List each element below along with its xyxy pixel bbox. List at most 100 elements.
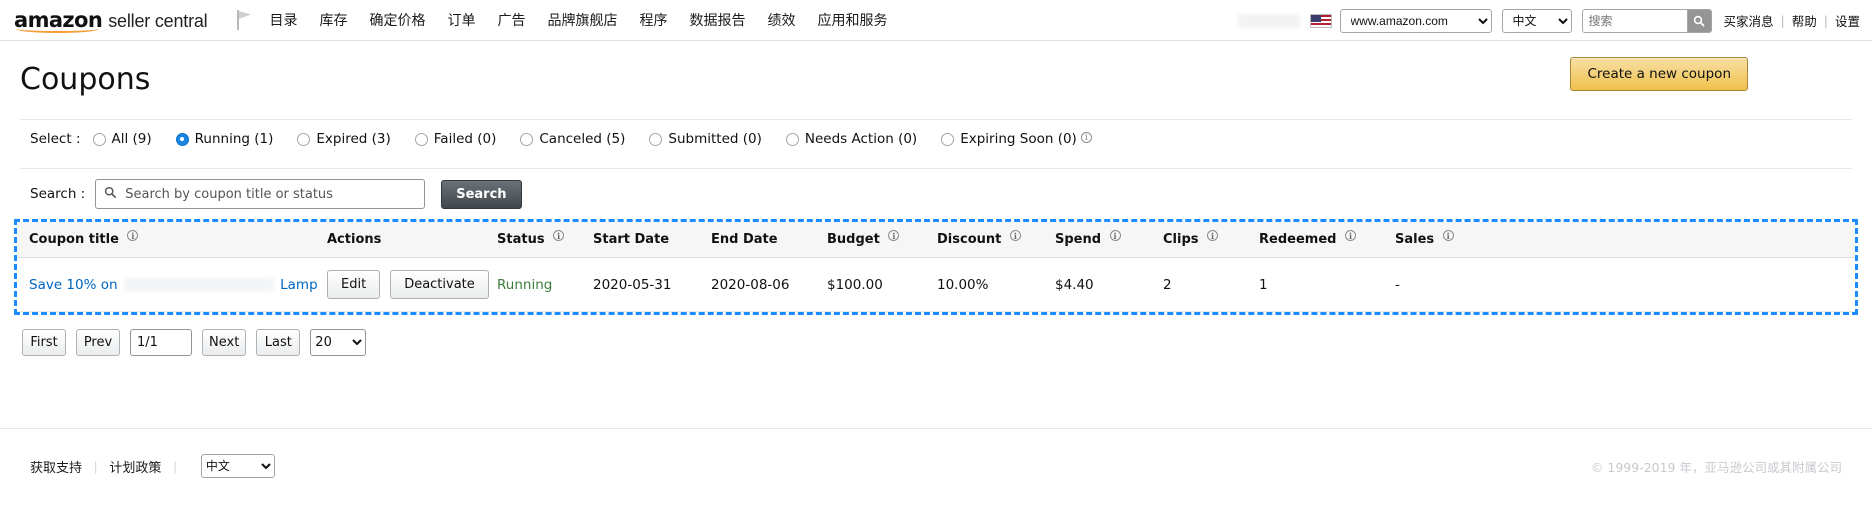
header-start-date[interactable]: Start Date bbox=[593, 222, 711, 258]
nav-item-reports[interactable]: 数据报告 bbox=[689, 10, 745, 30]
header-spend[interactable]: Spend i bbox=[1055, 222, 1163, 258]
footer-link-program-policies[interactable]: 计划政策 bbox=[109, 457, 161, 476]
info-icon-clips[interactable]: i bbox=[1207, 230, 1219, 241]
radio-filter-failed[interactable]: Failed (0) bbox=[414, 131, 497, 147]
radio-filter-running[interactable]: Running (1) bbox=[175, 131, 274, 147]
radio-filter-expired[interactable]: Expired (3) bbox=[297, 131, 391, 147]
header-actions-label: Actions bbox=[327, 232, 382, 247]
info-icon-coupon-title[interactable]: i bbox=[127, 230, 139, 241]
page-footer: 获取支持 | 计划政策 | 中文 © 1999-2019 年，亚马逊公司或其附属… bbox=[0, 428, 1872, 530]
radio-label-running: Running (1) bbox=[194, 131, 274, 147]
page-size-select[interactable]: 20 bbox=[310, 329, 367, 356]
create-a-new-coupon-button[interactable]: Create a new coupon bbox=[1570, 57, 1748, 91]
header-coupon-title[interactable]: Coupon title i bbox=[17, 222, 327, 258]
radio-filter-expiring-soon[interactable]: Expiring Soon (0) i bbox=[941, 131, 1092, 147]
header-redeemed[interactable]: Redeemed i bbox=[1259, 222, 1395, 258]
cell-clips: 2 bbox=[1163, 257, 1259, 312]
radio-mark-canceled[interactable] bbox=[520, 132, 534, 146]
radio-filter-canceled[interactable]: Canceled (5) bbox=[520, 131, 625, 147]
info-icon-sales[interactable]: i bbox=[1442, 230, 1454, 241]
coupon-search-box[interactable] bbox=[95, 179, 426, 209]
search-icon[interactable] bbox=[1686, 9, 1711, 32]
nav-item-orders[interactable]: 订单 bbox=[447, 10, 475, 30]
cell-redeemed: 1 bbox=[1259, 257, 1395, 312]
header-search[interactable] bbox=[1581, 8, 1712, 33]
filter-label: Select : bbox=[30, 131, 81, 147]
language-select[interactable]: 中文 bbox=[1501, 8, 1572, 33]
radio-label-canceled: Canceled (5) bbox=[539, 131, 626, 147]
footer-language-select[interactable]: 中文 bbox=[200, 454, 275, 478]
prev-page-button[interactable]: Prev bbox=[76, 329, 120, 356]
header-sales[interactable]: Sales i bbox=[1395, 222, 1855, 258]
info-icon-redeemed[interactable]: i bbox=[1344, 230, 1356, 241]
coupons-table-header: Coupon title i Actions Status i Start Da… bbox=[17, 222, 1855, 258]
header-budget[interactable]: Budget i bbox=[827, 222, 937, 258]
radio-mark-needs-action[interactable] bbox=[785, 132, 799, 146]
radio-label-needs-action: Needs Action (0) bbox=[804, 131, 918, 147]
coupon-title-link[interactable]: Save 10% on Lamp bbox=[29, 277, 318, 293]
table-header-row: Coupon title i Actions Status i Start Da… bbox=[17, 222, 1855, 258]
coupons-table-highlight-region: Coupon title i Actions Status i Start Da… bbox=[14, 219, 1858, 315]
header-discount[interactable]: Discount i bbox=[937, 222, 1055, 258]
header-end-date[interactable]: End Date bbox=[711, 222, 827, 258]
cell-start-date: 2020-05-31 bbox=[593, 257, 711, 312]
nav-item-programs[interactable]: 程序 bbox=[639, 10, 667, 30]
cell-actions: Edit Deactivate bbox=[327, 257, 497, 312]
info-icon-spend[interactable]: i bbox=[1109, 230, 1121, 241]
radio-mark-expired[interactable] bbox=[297, 132, 311, 146]
footer-link-get-support[interactable]: 获取支持 bbox=[30, 457, 82, 476]
header-end-date-label: End Date bbox=[711, 232, 778, 247]
deactivate-button[interactable]: Deactivate bbox=[390, 270, 489, 299]
radio-mark-running[interactable] bbox=[175, 132, 189, 146]
link-divider-1: | bbox=[1780, 13, 1785, 28]
radio-filter-all[interactable]: All (9) bbox=[92, 131, 152, 147]
first-page-button[interactable]: First bbox=[22, 329, 66, 356]
nav-item-brand-store[interactable]: 品牌旗舰店 bbox=[547, 10, 617, 30]
flag-icon[interactable] bbox=[235, 9, 253, 31]
info-icon-discount[interactable]: i bbox=[1009, 230, 1021, 241]
header-actions: Actions bbox=[327, 222, 497, 258]
nav-item-catalog[interactable]: 目录 bbox=[269, 10, 297, 30]
header-links: 买家消息 | 帮助 | 设置 bbox=[1724, 11, 1860, 30]
last-page-button[interactable]: Last bbox=[256, 329, 301, 356]
link-settings[interactable]: 设置 bbox=[1835, 11, 1860, 30]
info-icon-budget[interactable]: i bbox=[888, 230, 900, 241]
header-clips[interactable]: Clips i bbox=[1163, 222, 1259, 258]
edit-button[interactable]: Edit bbox=[327, 270, 381, 299]
header-status-label: Status bbox=[497, 232, 545, 247]
link-buyer-messages[interactable]: 买家消息 bbox=[1724, 11, 1774, 30]
marketplace-select[interactable]: www.amazon.com bbox=[1339, 8, 1492, 33]
cell-sales: - bbox=[1395, 257, 1855, 312]
search-input[interactable] bbox=[123, 185, 417, 203]
filters-section: Select : All (9) Running (1) Expired (3)… bbox=[0, 119, 1872, 219]
cell-coupon-title: Save 10% on Lamp bbox=[17, 257, 327, 312]
cell-end-date: 2020-08-06 bbox=[711, 257, 827, 312]
radio-mark-all[interactable] bbox=[92, 132, 106, 146]
search-button[interactable]: Search bbox=[441, 179, 522, 209]
radio-label-failed: Failed (0) bbox=[433, 131, 497, 147]
amazon-seller-central-logo[interactable]: amazon seller central bbox=[14, 9, 208, 33]
header-discount-label: Discount bbox=[937, 232, 1002, 247]
page-number-input[interactable] bbox=[130, 329, 192, 356]
radio-filter-submitted[interactable]: Submitted (0) bbox=[649, 131, 762, 147]
radio-filter-needs-action[interactable]: Needs Action (0) bbox=[785, 131, 918, 147]
header-search-input[interactable] bbox=[1582, 9, 1687, 32]
nav-item-inventory[interactable]: 库存 bbox=[319, 10, 347, 30]
info-icon-expiring-soon[interactable]: i bbox=[1080, 131, 1092, 143]
next-page-button[interactable]: Next bbox=[202, 329, 247, 356]
coupons-table: Coupon title i Actions Status i Start Da… bbox=[17, 222, 1855, 312]
info-icon-status[interactable]: i bbox=[553, 230, 565, 241]
nav-item-advertising[interactable]: 广告 bbox=[497, 10, 525, 30]
nav-item-performance[interactable]: 绩效 bbox=[767, 10, 795, 30]
radio-mark-submitted[interactable] bbox=[649, 132, 663, 146]
coupon-title-redacted bbox=[123, 277, 274, 291]
radio-mark-expiring-soon[interactable] bbox=[941, 132, 955, 146]
radio-label-all: All (9) bbox=[111, 131, 152, 147]
link-help[interactable]: 帮助 bbox=[1792, 11, 1817, 30]
header-coupon-title-label: Coupon title bbox=[29, 232, 119, 247]
radio-mark-failed[interactable] bbox=[414, 132, 428, 146]
header-status[interactable]: Status i bbox=[497, 222, 593, 258]
nav-item-pricing[interactable]: 确定价格 bbox=[369, 10, 425, 30]
nav-item-apps-services[interactable]: 应用和服务 bbox=[817, 10, 887, 30]
main-nav-items: 目录 库存 确定价格 订单 广告 品牌旗舰店 程序 数据报告 绩效 应用和服务 bbox=[269, 10, 887, 30]
